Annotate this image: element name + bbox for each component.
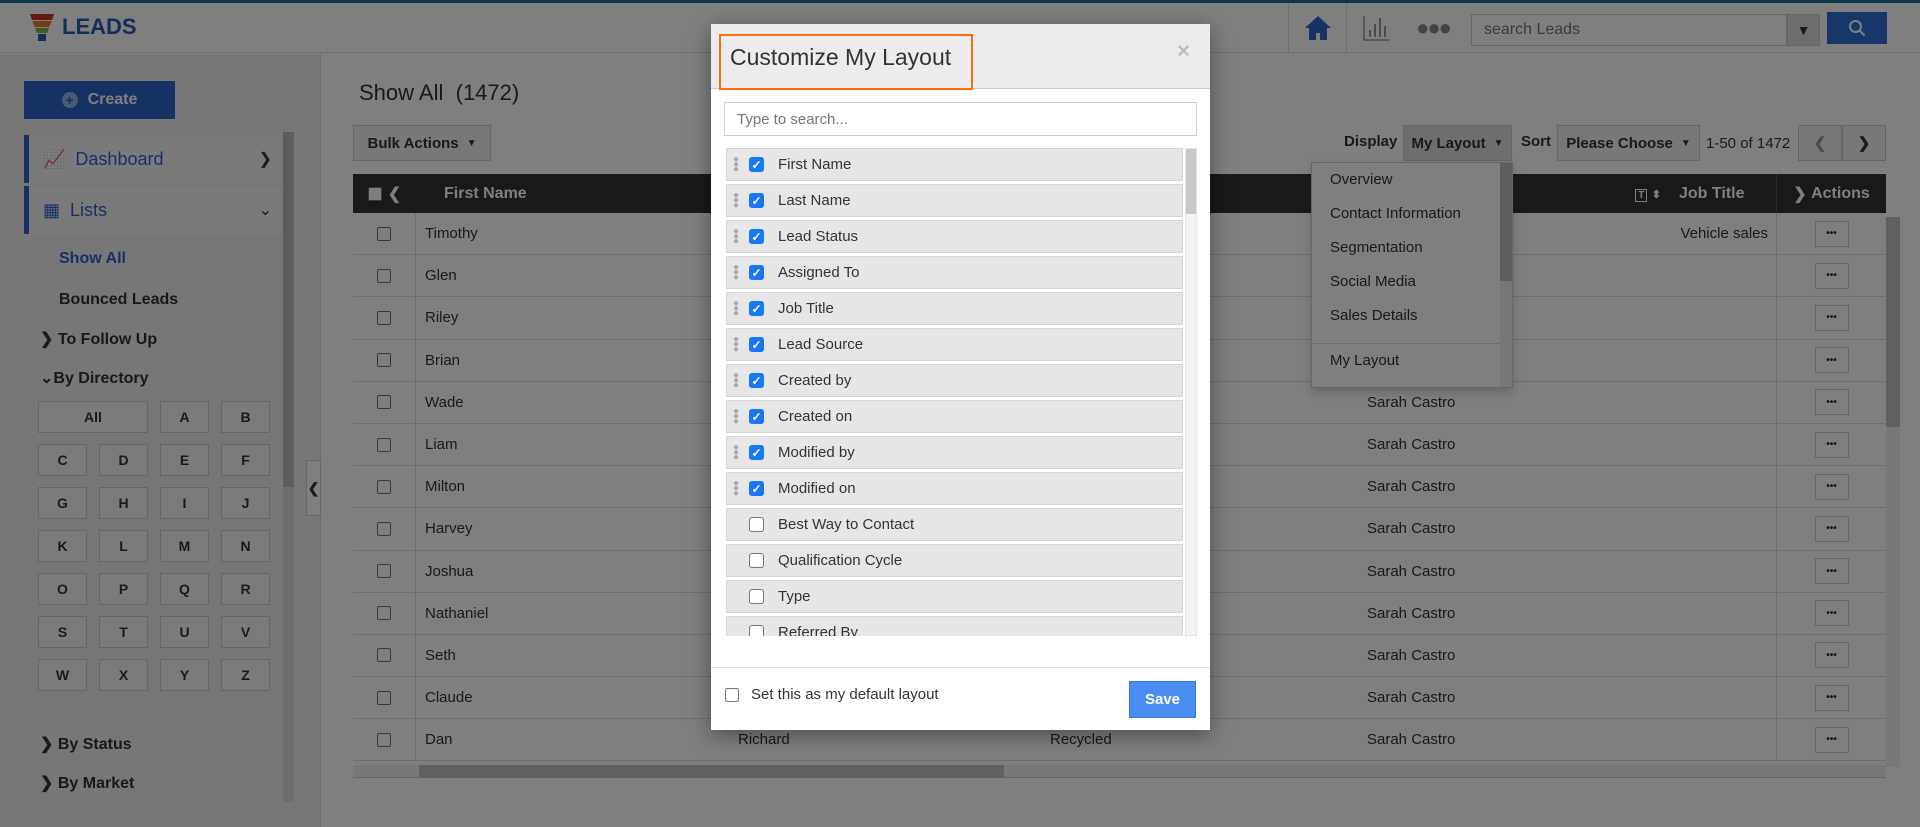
field-item[interactable]: ● ● ● ✓ Lead Status (726, 220, 1183, 253)
drag-handle-icon[interactable]: ● ● ● (732, 371, 740, 391)
field-list: ● ● ● ✓ First Name ● ● ● ✓ Last Name ● ● ● ✓ Lead Stat… (726, 148, 1183, 636)
field-label: Last Name (778, 192, 851, 209)
field-label: Modified by (778, 444, 855, 461)
field-checkbox[interactable]: ✓ (749, 157, 764, 172)
field-label: Modified on (778, 480, 856, 497)
field-item[interactable]: ● ● ● ✓ Assigned To (726, 256, 1183, 289)
field-label: Lead Source (778, 336, 864, 353)
field-item[interactable]: ● ● ● ✓ Modified by (726, 436, 1183, 469)
drag-handle-icon[interactable]: ● ● ● (732, 155, 740, 175)
field-checkbox[interactable]: ✓ (749, 193, 764, 208)
drag-handle-icon[interactable]: ● ● ● (732, 263, 740, 283)
field-item[interactable]: ● ● ● ✓ Created on (726, 400, 1183, 433)
field-checkbox[interactable] (749, 589, 764, 604)
field-checkbox[interactable]: ✓ (749, 265, 764, 280)
field-checkbox[interactable] (749, 553, 764, 568)
field-label: Qualification Cycle (778, 552, 903, 569)
save-button[interactable]: Save (1129, 681, 1196, 718)
field-checkbox[interactable] (749, 625, 764, 636)
field-item[interactable]: ● ● ● ✓ First Name (726, 148, 1183, 181)
default-layout-checkbox[interactable] (725, 687, 739, 702)
field-checkbox[interactable]: ✓ (749, 373, 764, 388)
field-item[interactable]: ● ● ● ✓ Modified on (726, 472, 1183, 505)
field-label: First Name (778, 156, 852, 173)
default-layout-label: Set this as my default layout (751, 686, 939, 703)
modal-footer-divider (711, 667, 1210, 668)
field-item[interactable]: Qualification Cycle (726, 544, 1183, 577)
field-search-input[interactable] (724, 102, 1197, 136)
field-item[interactable]: ● ● ● ✓ Created by (726, 364, 1183, 397)
field-item[interactable]: ● ● ● ✓ Last Name (726, 184, 1183, 217)
field-checkbox[interactable]: ✓ (749, 445, 764, 460)
field-list-scrollbar[interactable] (1185, 148, 1197, 636)
modal-header: Customize My Layout × (711, 24, 1210, 90)
field-item[interactable]: ● ● ● ✓ Lead Source (726, 328, 1183, 361)
field-checkbox[interactable]: ✓ (749, 301, 764, 316)
field-label: Created on (778, 408, 853, 425)
field-checkbox[interactable]: ✓ (749, 229, 764, 244)
drag-handle-icon[interactable]: ● ● ● (732, 407, 740, 427)
field-label: Assigned To (778, 264, 860, 281)
field-item[interactable]: Best Way to Contact (726, 508, 1183, 541)
drag-handle-icon[interactable]: ● ● ● (732, 479, 740, 499)
field-checkbox[interactable] (749, 517, 764, 532)
field-label: Job Title (778, 300, 834, 317)
drag-handle-icon[interactable]: ● ● ● (732, 227, 740, 247)
drag-handle-icon[interactable]: ● ● ● (732, 335, 740, 355)
field-item[interactable]: ● ● ● ✓ Job Title (726, 292, 1183, 325)
field-label: Created by (778, 372, 852, 389)
field-checkbox[interactable]: ✓ (749, 409, 764, 424)
field-label: Best Way to Contact (778, 516, 915, 533)
field-checkbox[interactable]: ✓ (749, 337, 764, 352)
modal-title: Customize My Layout (719, 34, 973, 90)
field-label: Type (778, 588, 811, 605)
default-layout-option[interactable]: Set this as my default layout (725, 686, 939, 703)
field-item[interactable]: Type (726, 580, 1183, 613)
drag-handle-icon[interactable]: ● ● ● (732, 191, 740, 211)
customize-layout-modal: Customize My Layout × ●●● ✓ First Name ●●● ✓… (711, 24, 1210, 730)
drag-handle-icon[interactable]: ● ● ● (732, 443, 740, 463)
field-label: Lead Status (778, 228, 859, 245)
field-item[interactable]: Referred By (726, 616, 1183, 636)
drag-handle-icon[interactable]: ● ● ● (732, 299, 740, 319)
close-icon[interactable]: × (1177, 38, 1190, 64)
field-checkbox[interactable]: ✓ (749, 481, 764, 496)
field-label: Referred By (778, 624, 859, 636)
